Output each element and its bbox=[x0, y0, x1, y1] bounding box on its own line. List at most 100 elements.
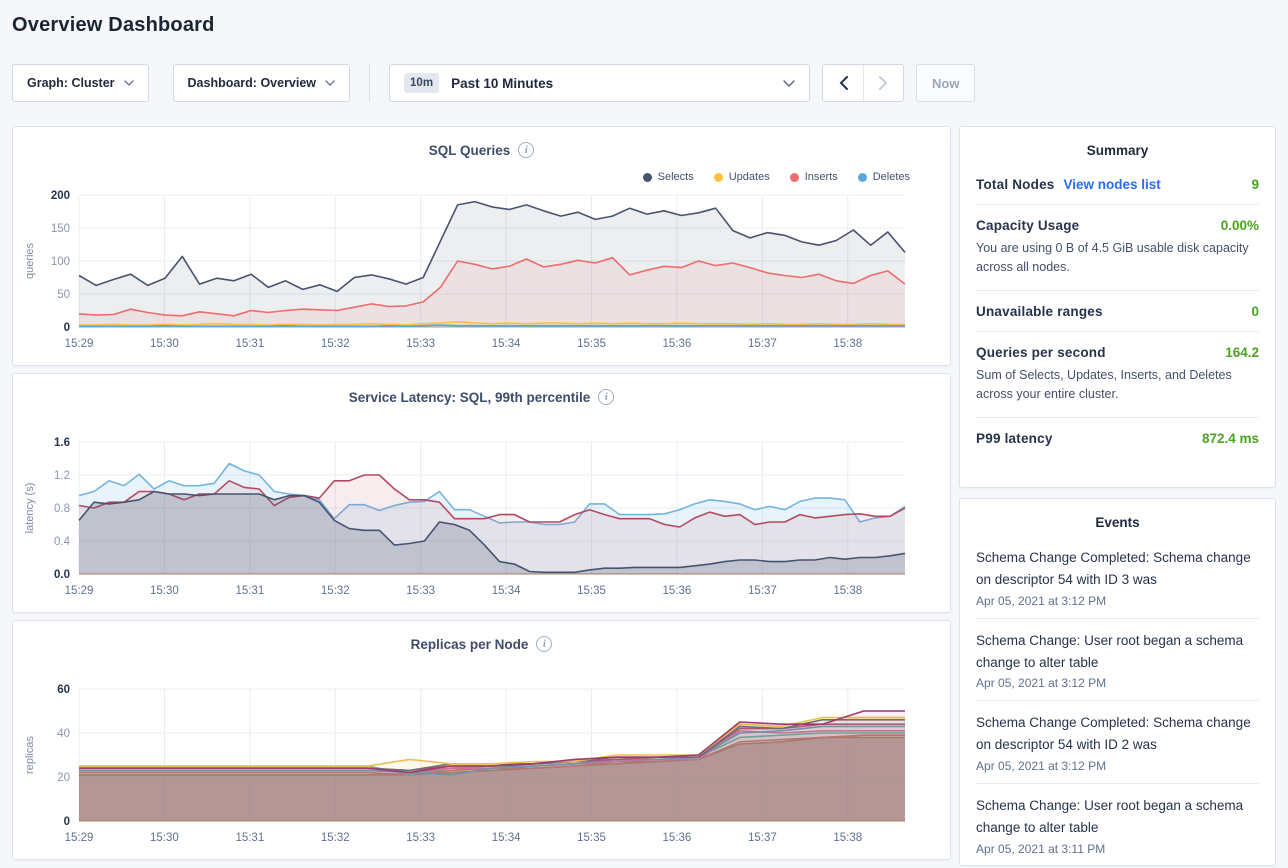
qps-description: Sum of Selects, Updates, Inserts, and De… bbox=[976, 366, 1259, 405]
legend-item: Selects bbox=[643, 171, 694, 183]
svg-text:15:37: 15:37 bbox=[748, 832, 777, 844]
charts-column: SQL Queries i SelectsUpdatesInsertsDelet… bbox=[12, 126, 951, 867]
legend-item: Updates bbox=[714, 171, 770, 183]
info-icon[interactable]: i bbox=[518, 142, 534, 158]
svg-text:15:29: 15:29 bbox=[65, 832, 94, 844]
svg-text:15:35: 15:35 bbox=[577, 832, 606, 844]
legend-label: Inserts bbox=[805, 171, 838, 183]
summary-row-total-nodes: Total Nodes View nodes list 9 bbox=[976, 164, 1259, 205]
svg-text:50: 50 bbox=[57, 289, 70, 301]
chart-title: Service Latency: SQL, 99th percentile bbox=[349, 390, 591, 405]
svg-text:15:36: 15:36 bbox=[663, 338, 692, 350]
svg-text:15:31: 15:31 bbox=[235, 832, 264, 844]
svg-text:15:37: 15:37 bbox=[748, 585, 777, 597]
legend-label: Deletes bbox=[873, 171, 910, 183]
event-timestamp: Apr 05, 2021 at 3:12 PM bbox=[976, 676, 1259, 690]
svg-text:60: 60 bbox=[57, 684, 70, 696]
time-step-back-button[interactable] bbox=[823, 65, 863, 101]
svg-text:15:29: 15:29 bbox=[65, 338, 94, 350]
events-title: Events bbox=[976, 499, 1259, 536]
total-nodes-label: Total Nodes bbox=[976, 177, 1054, 192]
chevron-left-icon bbox=[839, 76, 848, 90]
event-item: Schema Change: User root began a schema … bbox=[976, 619, 1259, 702]
svg-text:15:34: 15:34 bbox=[492, 585, 521, 597]
legend-label: Updates bbox=[729, 171, 770, 183]
svg-text:0: 0 bbox=[64, 322, 70, 334]
dashboard-toolbar: Graph: Cluster Dashboard: Overview 10m P… bbox=[12, 64, 1276, 102]
event-message: Schema Change: User root began a schema … bbox=[976, 795, 1259, 839]
svg-text:15:38: 15:38 bbox=[833, 832, 862, 844]
info-icon[interactable]: i bbox=[536, 636, 552, 652]
summary-title: Summary bbox=[976, 127, 1259, 164]
event-timestamp: Apr 05, 2021 at 3:11 PM bbox=[976, 842, 1259, 856]
event-timestamp: Apr 05, 2021 at 3:12 PM bbox=[976, 594, 1259, 608]
chevron-down-icon bbox=[783, 80, 795, 87]
chart-title: Replicas per Node bbox=[411, 637, 529, 652]
svg-text:15:30: 15:30 bbox=[150, 338, 179, 350]
svg-text:0.4: 0.4 bbox=[54, 536, 71, 548]
svg-text:15:35: 15:35 bbox=[577, 585, 606, 597]
svg-text:15:34: 15:34 bbox=[492, 832, 521, 844]
sql-queries-legend: Selects Updates Inserts Deletes bbox=[643, 171, 910, 183]
svg-text:150: 150 bbox=[51, 223, 70, 235]
svg-text:15:36: 15:36 bbox=[663, 832, 692, 844]
svg-text:15:38: 15:38 bbox=[833, 585, 862, 597]
sql-queries-chart[interactable]: 15:2915:3015:3115:3215:3315:3415:3515:36… bbox=[15, 183, 957, 361]
legend-dot bbox=[790, 173, 799, 182]
replicas-per-node-chart-card: Replicas per Node i 15:2915:3015:3115:32… bbox=[12, 620, 951, 860]
svg-text:queries: queries bbox=[24, 242, 36, 279]
svg-text:15:32: 15:32 bbox=[321, 585, 350, 597]
svg-text:1.2: 1.2 bbox=[54, 470, 70, 482]
chevron-down-icon bbox=[124, 80, 134, 86]
legend-dot bbox=[643, 173, 652, 182]
legend-item: Inserts bbox=[790, 171, 838, 183]
legend-dot bbox=[858, 173, 867, 182]
graph-scope-dropdown[interactable]: Graph: Cluster bbox=[12, 64, 149, 102]
p99-latency-value: 872.4 ms bbox=[1202, 431, 1259, 446]
capacity-usage-description: You are using 0 B of 4.5 GiB usable disk… bbox=[976, 239, 1259, 278]
toolbar-divider bbox=[369, 64, 370, 102]
svg-text:0.8: 0.8 bbox=[54, 503, 70, 515]
svg-text:15:29: 15:29 bbox=[65, 585, 94, 597]
dashboard-dropdown[interactable]: Dashboard: Overview bbox=[173, 64, 351, 102]
svg-text:latency (s): latency (s) bbox=[24, 483, 36, 534]
svg-text:1.6: 1.6 bbox=[54, 437, 70, 449]
svg-text:200: 200 bbox=[51, 190, 70, 202]
sql-queries-chart-card: SQL Queries i SelectsUpdatesInsertsDelet… bbox=[12, 126, 951, 366]
svg-text:15:33: 15:33 bbox=[406, 585, 435, 597]
summary-row-capacity: Capacity Usage 0.00% You are using 0 B o… bbox=[976, 205, 1259, 291]
svg-text:15:38: 15:38 bbox=[833, 338, 862, 350]
overview-dashboard-page: Overview Dashboard Graph: Cluster Dashbo… bbox=[0, 0, 1288, 867]
total-nodes-value: 9 bbox=[1251, 177, 1259, 192]
summary-row-qps: Queries per second 164.2 Sum of Selects,… bbox=[976, 332, 1259, 418]
svg-text:15:31: 15:31 bbox=[235, 585, 264, 597]
qps-label: Queries per second bbox=[976, 345, 1106, 360]
legend-item: Deletes bbox=[858, 171, 910, 183]
svg-text:15:30: 15:30 bbox=[150, 585, 179, 597]
capacity-usage-value: 0.00% bbox=[1221, 218, 1259, 233]
time-range-picker[interactable]: 10m Past 10 Minutes bbox=[389, 64, 810, 102]
event-item: Schema Change Completed: Schema change o… bbox=[976, 701, 1259, 784]
now-button[interactable]: Now bbox=[916, 64, 975, 102]
qps-value: 164.2 bbox=[1225, 345, 1259, 360]
svg-text:15:37: 15:37 bbox=[748, 338, 777, 350]
service-latency-chart[interactable]: 15:29 15:30 15:31 15:32 15:33 15:34 15:35 15:36… bbox=[15, 430, 957, 608]
event-item: Schema Change: User root began a schema … bbox=[976, 784, 1259, 866]
time-step-arrows bbox=[822, 64, 904, 102]
svg-text:15:36: 15:36 bbox=[663, 585, 692, 597]
view-nodes-list-link[interactable]: View nodes list bbox=[1064, 177, 1161, 192]
graph-scope-label: Graph: Cluster bbox=[27, 76, 115, 90]
time-range-badge: 10m bbox=[404, 73, 439, 93]
info-icon[interactable]: i bbox=[598, 389, 614, 405]
side-column: Summary Total Nodes View nodes list 9 Ca… bbox=[959, 126, 1276, 866]
dashboard-dropdown-label: Dashboard: Overview bbox=[188, 76, 317, 90]
svg-text:15:30: 15:30 bbox=[150, 832, 179, 844]
svg-text:0.0: 0.0 bbox=[54, 569, 70, 581]
svg-text:15:35: 15:35 bbox=[577, 338, 606, 350]
svg-text:15:33: 15:33 bbox=[406, 338, 435, 350]
svg-text:15:32: 15:32 bbox=[321, 338, 350, 350]
replicas-per-node-chart[interactable]: 15:2915:3015:3115:3215:3315:3415:3515:36… bbox=[15, 677, 957, 855]
svg-text:0: 0 bbox=[64, 816, 70, 828]
event-item: Schema Change Completed: Schema change o… bbox=[976, 536, 1259, 619]
time-step-forward-button[interactable] bbox=[863, 65, 903, 101]
